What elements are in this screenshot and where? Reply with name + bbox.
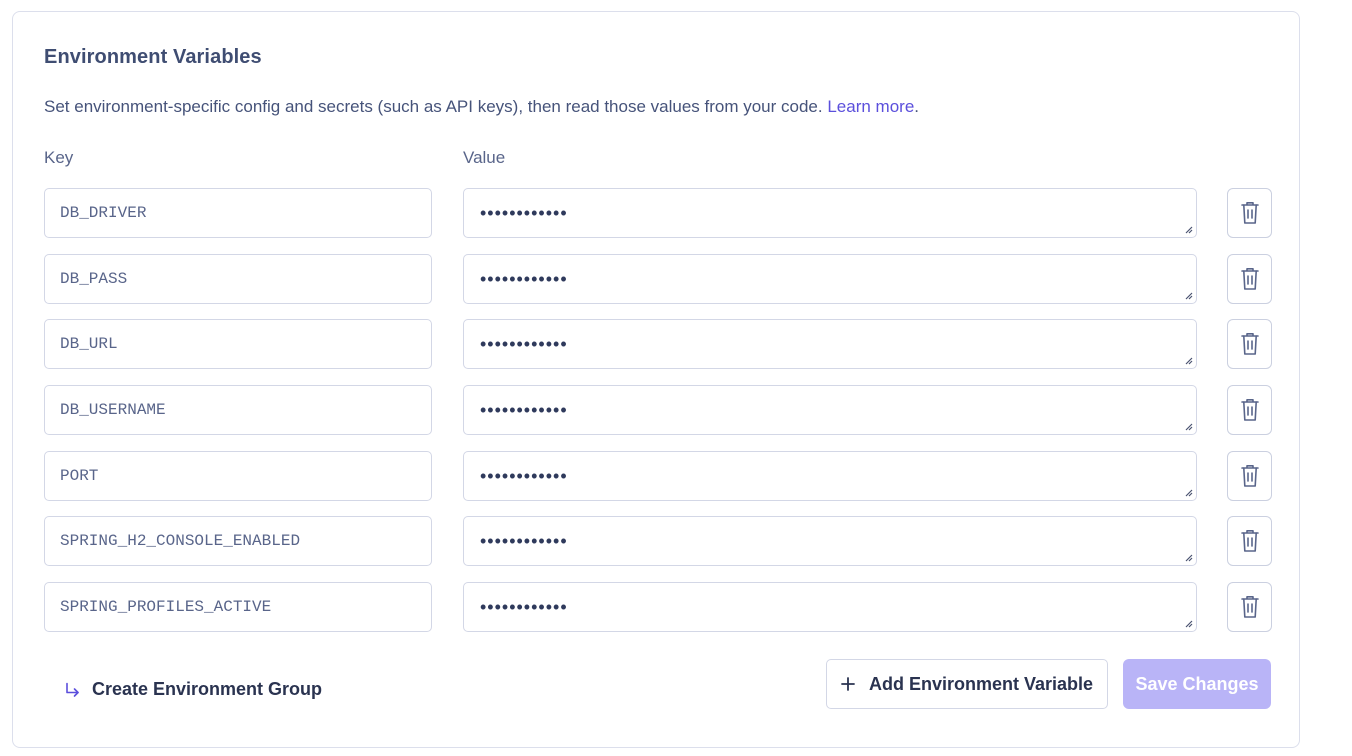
section-title: Environment Variables xyxy=(44,46,262,68)
description-period: . xyxy=(914,97,920,116)
variable-row: PORT •••••••••••• xyxy=(44,451,1272,501)
value-input[interactable]: •••••••••••• xyxy=(463,582,1197,632)
key-input[interactable]: DB_URL xyxy=(44,319,432,369)
create-environment-group-button[interactable]: Create Environment Group xyxy=(65,679,322,700)
variable-row: DB_URL •••••••••••• xyxy=(44,319,1272,369)
section-description: Set environment-specific config and secr… xyxy=(44,97,919,117)
key-column-label: Key xyxy=(44,148,74,167)
arrow-turn-down-right-icon xyxy=(66,682,79,697)
delete-variable-button[interactable] xyxy=(1227,451,1272,501)
delete-variable-button[interactable] xyxy=(1227,319,1272,369)
variable-row: DB_USERNAME •••••••••••• xyxy=(44,385,1272,435)
value-input[interactable]: •••••••••••• xyxy=(463,516,1197,566)
variable-row: SPRING_H2_CONSOLE_ENABLED •••••••••••• xyxy=(44,516,1272,566)
delete-variable-button[interactable] xyxy=(1227,254,1272,304)
key-input[interactable]: PORT xyxy=(44,451,432,501)
resize-grip-icon[interactable] xyxy=(1184,291,1193,300)
masked-value: •••••••••••• xyxy=(480,399,568,420)
key-input[interactable]: DB_USERNAME xyxy=(44,385,432,435)
trash-icon xyxy=(1240,596,1259,618)
plus-icon xyxy=(841,677,855,691)
key-input[interactable]: DB_PASS xyxy=(44,254,432,304)
trash-icon xyxy=(1240,202,1259,224)
resize-grip-icon[interactable] xyxy=(1184,488,1193,497)
create-environment-group-label: Create Environment Group xyxy=(92,679,323,699)
variable-row: DB_PASS •••••••••••• xyxy=(44,254,1272,304)
masked-value: •••••••••••• xyxy=(480,333,568,354)
learn-more-link[interactable]: Learn more xyxy=(827,97,914,116)
value-input[interactable]: •••••••••••• xyxy=(463,451,1197,501)
add-environment-variable-button[interactable]: Add Environment Variable xyxy=(826,659,1108,709)
masked-value: •••••••••••• xyxy=(480,596,568,617)
trash-icon xyxy=(1240,399,1259,421)
save-changes-button[interactable]: Save Changes xyxy=(1123,659,1271,709)
key-input[interactable]: DB_DRIVER xyxy=(44,188,432,238)
trash-icon xyxy=(1240,465,1259,487)
key-input[interactable]: SPRING_PROFILES_ACTIVE xyxy=(44,582,432,632)
environment-variables-card: Environment Variables Set environment-sp… xyxy=(12,11,1300,748)
delete-variable-button[interactable] xyxy=(1227,188,1272,238)
masked-value: •••••••••••• xyxy=(480,530,568,551)
variable-row: DB_DRIVER •••••••••••• xyxy=(44,188,1272,238)
delete-variable-button[interactable] xyxy=(1227,582,1272,632)
value-input[interactable]: •••••••••••• xyxy=(463,385,1197,435)
value-column-label: Value xyxy=(463,148,506,167)
resize-grip-icon[interactable] xyxy=(1184,553,1193,562)
resize-grip-icon[interactable] xyxy=(1184,225,1193,234)
trash-icon xyxy=(1240,268,1259,290)
masked-value: •••••••••••• xyxy=(480,465,568,486)
delete-variable-button[interactable] xyxy=(1227,385,1272,435)
masked-value: •••••••••••• xyxy=(480,268,568,289)
resize-grip-icon[interactable] xyxy=(1184,356,1193,365)
delete-variable-button[interactable] xyxy=(1227,516,1272,566)
description-text: Set environment-specific config and secr… xyxy=(44,97,823,116)
variable-row: SPRING_PROFILES_ACTIVE •••••••••••• xyxy=(44,582,1272,632)
add-environment-variable-label: Add Environment Variable xyxy=(868,673,1094,694)
trash-icon xyxy=(1240,333,1259,355)
key-input[interactable]: SPRING_H2_CONSOLE_ENABLED xyxy=(44,516,432,566)
resize-grip-icon[interactable] xyxy=(1184,619,1193,628)
trash-icon xyxy=(1240,530,1259,552)
value-input[interactable]: •••••••••••• xyxy=(463,319,1197,369)
value-input[interactable]: •••••••••••• xyxy=(463,188,1197,238)
value-input[interactable]: •••••••••••• xyxy=(463,254,1197,304)
resize-grip-icon[interactable] xyxy=(1184,422,1193,431)
masked-value: •••••••••••• xyxy=(480,202,568,223)
